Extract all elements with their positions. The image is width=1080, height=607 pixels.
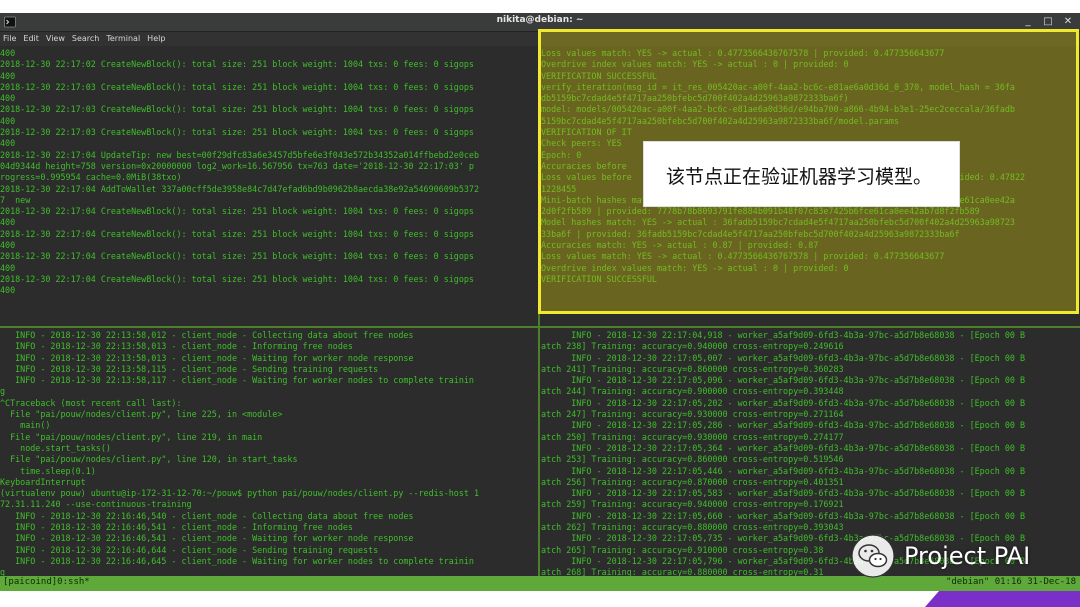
terminal-line: 400	[0, 70, 16, 81]
terminal-line: INFO - 2018-12-30 22:17:04,918 - worker_…	[541, 330, 1026, 340]
status-session: [paicoind]0:ssh*	[3, 577, 90, 587]
menu-edit[interactable]: Edit	[23, 32, 39, 46]
window-title: nikita@debian: ~	[496, 15, 584, 25]
annotation-callout: 该节点正在验证机器学习模型。	[643, 141, 960, 207]
pane-divider-horizontal[interactable]	[0, 326, 1080, 328]
terminal-line: 2018-12-30 22:17:02 CreateNewBlock(): to…	[0, 59, 474, 70]
terminal-line: INFO - 2018-12-30 22:16:46,541 - client_…	[0, 533, 414, 544]
terminal-line: INFO - 2018-12-30 22:17:05,096 - worker_…	[541, 375, 1026, 386]
terminal-line: (virtualenv pouw) ubuntu@ip-172-31-12-70…	[0, 488, 480, 499]
terminal-line: INFO - 2018-12-30 22:17:05,583 - worker_…	[541, 488, 1026, 499]
terminal-line: 400	[0, 240, 16, 251]
terminal-line: 72.31.11.240 --use-continuous-training	[0, 499, 192, 510]
terminal-line: 7 new	[0, 194, 31, 205]
terminal-line: File "pai/pouw/nodes/client.py", line 21…	[0, 431, 263, 442]
terminal-line: atch 247] Training: accuracy=0.930000 cr…	[541, 409, 844, 420]
close-icon[interactable]: ✕	[1062, 16, 1074, 28]
terminal-line: INFO - 2018-12-30 22:17:05,202 - worker_…	[541, 397, 1026, 408]
terminal-line: ^CTraceback (most recent call last):	[0, 397, 182, 408]
terminal-line: time.sleep(0.1)	[0, 465, 96, 476]
menu-view[interactable]: View	[46, 32, 65, 46]
terminal-line: 2018-12-30 22:17:03 CreateNewBlock(): to…	[0, 127, 474, 138]
terminal-line: 400	[0, 115, 16, 126]
terminal-line: node.start_tasks()	[0, 442, 111, 453]
terminal-line: 2018-12-30 22:17:04 CreateNewBlock(): to…	[0, 273, 474, 284]
terminal-line: INFO - 2018-12-30 22:16:46,644 - client_…	[0, 544, 379, 555]
terminal-line: 400	[0, 138, 16, 149]
terminal-line: INFO - 2018-12-30 22:17:05,007 - worker_…	[541, 352, 1026, 363]
terminal-line: File "pai/pouw/nodes/client.py", line 12…	[0, 454, 298, 465]
terminal-line: 2018-12-30 22:17:04 CreateNewBlock(): to…	[0, 251, 474, 262]
terminal-line: INFO - 2018-12-30 22:13:58,115 - client_…	[0, 363, 379, 374]
wechat-icon	[851, 534, 895, 578]
terminal-line: 2018-12-30 22:17:04 UpdateTip: new best=…	[0, 149, 480, 160]
terminal-line: rogress=0.995954 cache=0.0MiB(38txo)	[0, 172, 182, 183]
menu-help[interactable]: Help	[147, 32, 165, 46]
watermark-text: Project PAI	[904, 542, 1031, 570]
terminal-line: atch 250] Training: accuracy=0.930000 cr…	[541, 431, 844, 442]
terminal-line: File "pai/pouw/nodes/client.py", line 22…	[0, 409, 283, 420]
terminal-line: KeyboardInterrupt	[0, 476, 86, 487]
terminal-line: 400	[0, 93, 16, 104]
callout-text: 该节点正在验证机器学习模型。	[666, 166, 933, 188]
terminal-line: atch 253] Training: accuracy=0.860000 cr…	[541, 454, 844, 465]
terminal-line: atch 256] Training: accuracy=0.870000 cr…	[541, 476, 844, 487]
terminal-line: 2018-12-30 22:17:04 AddToWallet 337a00cf…	[0, 183, 480, 194]
terminal-line: INFO - 2018-12-30 22:17:05,286 - worker_…	[541, 420, 1026, 431]
terminal-line: atch 259] Training: accuracy=0.940000 cr…	[541, 499, 844, 510]
terminal-line: INFO - 2018-12-30 22:16:46,541 - client_…	[0, 522, 353, 533]
terminal-line: INFO - 2018-12-30 22:17:05,364 - worker_…	[541, 442, 1026, 453]
terminal-line: INFO - 2018-12-30 22:16:46,645 - client_…	[0, 555, 474, 566]
watermark: Project PAI	[850, 533, 1075, 579]
menu-terminal[interactable]: Terminal	[106, 32, 140, 46]
terminal-line: INFO - 2018-12-30 22:13:58,012 - client_…	[0, 330, 414, 340]
terminal-line: atch 262] Training: accuracy=0.880000 cr…	[541, 522, 844, 533]
terminal-line: INFO - 2018-12-30 22:17:05,446 - worker_…	[541, 465, 1026, 476]
minimize-icon[interactable]: _	[1022, 16, 1034, 28]
terminal-line: main()	[0, 420, 51, 431]
pane-blockchain-log[interactable]: 400 2018-12-30 22:17:02 CreateNewBlock():…	[0, 48, 537, 325]
terminal-line: 400	[0, 48, 16, 58]
menu-file[interactable]: File	[3, 32, 16, 46]
terminal-line: 2018-12-30 22:17:03 CreateNewBlock(): to…	[0, 104, 474, 115]
terminal-line: 2018-12-30 22:17:03 CreateNewBlock(): to…	[0, 81, 474, 92]
terminal-line: 400	[0, 262, 16, 273]
terminal-line: 400	[0, 217, 16, 228]
menu-search[interactable]: Search	[72, 32, 99, 46]
corner-accent	[925, 591, 1080, 607]
terminal-line: INFO - 2018-12-30 22:13:58,117 - client_…	[0, 375, 474, 386]
terminal-line: 2018-12-30 22:17:04 CreateNewBlock(): to…	[0, 206, 474, 217]
maximize-icon[interactable]: □	[1042, 16, 1054, 28]
terminal-line: atch 241] Training: accuracy=0.860000 cr…	[541, 363, 844, 374]
terminal-line: 400	[0, 285, 16, 296]
terminal-line: 2018-12-30 22:17:04 CreateNewBlock(): to…	[0, 228, 474, 239]
terminal-line: INFO - 2018-12-30 22:13:58,013 - client_…	[0, 352, 414, 363]
terminal-line: 04d9344d height=758 version=0x20000000 l…	[0, 160, 474, 171]
terminal-line: atch 244] Training: accuracy=0.900000 cr…	[541, 386, 844, 397]
terminal-line: atch 238] Training: accuracy=0.940000 cr…	[541, 341, 844, 352]
terminal-line: INFO - 2018-12-30 22:17:05,660 - worker_…	[541, 510, 1026, 521]
terminal-line: INFO - 2018-12-30 22:13:58,013 - client_…	[0, 341, 353, 352]
pane-client-log[interactable]: INFO - 2018-12-30 22:13:58,012 - client_…	[0, 330, 537, 577]
terminal-line: g	[0, 386, 6, 397]
terminal-line: INFO - 2018-12-30 22:16:46,540 - client_…	[0, 510, 414, 521]
